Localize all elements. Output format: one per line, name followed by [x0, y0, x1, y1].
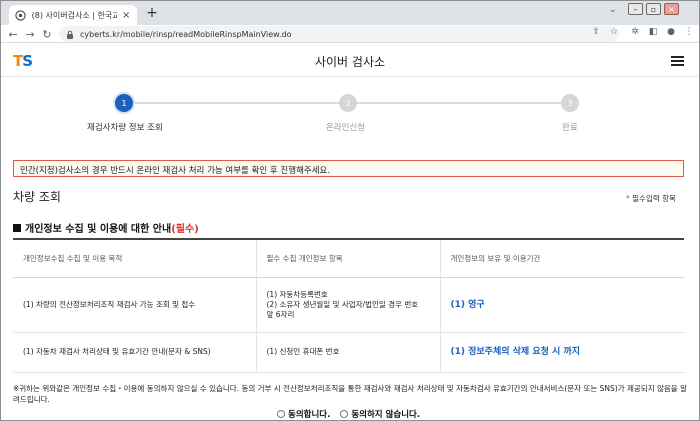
progress-stepper: 1 2 3 재검사차량 정보 조회 온라인신청 완료 [1, 78, 699, 138]
disagree-radio[interactable] [340, 410, 349, 418]
site-header: TS 사이버 검사소 [1, 44, 699, 77]
step-3-marker: 3 [561, 94, 579, 112]
privacy-consent-heading: 개인정보 수집 및 이용에 대한 안내(필수) [13, 220, 199, 235]
step-2-marker: 2 [339, 94, 357, 112]
table-header-row: 개인정보수집 수집 및 이용 목적 필수 수집 개인정보 항목 개인정보의 보유… [13, 238, 684, 278]
browser-menu-icon[interactable]: ⋮ [683, 27, 695, 37]
tab-title: (8) 사이버검사소 | 한국교통안전 [31, 11, 118, 20]
required-field-note: * 필수입력 항목 [626, 194, 676, 203]
maximize-button[interactable]: ▫ [646, 3, 661, 15]
purpose-cell: (1) 자동차 재검사 처리상태 및 유효기간 안내(문자 & SNS) [13, 332, 256, 373]
extensions-icon[interactable]: ✲ [629, 27, 641, 37]
purpose-cell: (1) 차량의 전산정보처리조직 재검사 가능 조회 및 접수 [13, 277, 256, 333]
step-2-label: 온라인신청 [326, 123, 366, 133]
column-header: 필수 수집 개인정보 항목 [255, 238, 440, 278]
agree-option[interactable]: 동의합니다. [277, 408, 330, 420]
square-bullet-icon [13, 224, 21, 232]
disagree-option[interactable]: 동의하지 않습니다. [340, 408, 420, 420]
tab-strip: (8) 사이버검사소 | 한국교통안전 × + ⌄ – ▫ × [1, 1, 699, 26]
back-arrow-icon[interactable]: ← [6, 27, 20, 41]
table-row: (1) 자동차 재검사 처리상태 및 유효기간 안내(문자 & SNS) (1)… [13, 332, 684, 373]
forward-arrow-icon[interactable]: → [23, 27, 37, 41]
close-window-button[interactable]: × [664, 3, 679, 15]
privacy-info-table: 개인정보수집 수집 및 이용 목적 필수 수집 개인정보 항목 개인정보의 보유… [13, 238, 684, 373]
side-panel-icon[interactable]: ◧ [647, 27, 659, 37]
step-1-label: 재검사차량 정보 조회 [87, 123, 163, 133]
new-tab-button[interactable]: + [145, 6, 159, 20]
retention-period-cell: (1) 영구 [439, 277, 684, 333]
hamburger-menu-icon[interactable] [671, 56, 684, 66]
consent-footnote: ※귀하는 위와같은 개인정보 수집・이용에 동의하지 않으실 수 있습니다. 동… [13, 384, 687, 404]
section-title: 차량 조회 [13, 190, 61, 204]
notice-banner: 민간(지정)검사소의 경우 반드시 온라인 재검사 처리 가능 여부를 확인 후… [13, 160, 684, 177]
retention-period-cell: (1) 정보주체의 삭제 요청 시 까지 [439, 332, 684, 373]
column-header: 개인정보의 보유 및 이용기간 [439, 238, 684, 278]
browser-toolbar: ← → ↻ cyberts.kr/mobile/rinsp/readMobile… [1, 25, 699, 43]
browser-tab[interactable]: (8) 사이버검사소 | 한국교통안전 × [9, 5, 137, 26]
globe-icon [15, 10, 27, 22]
step-1-marker: 1 [115, 94, 133, 112]
column-header: 개인정보수집 수집 및 이용 목적 [13, 238, 256, 278]
minimize-button[interactable]: – [628, 3, 643, 15]
consent-options: 동의합니다. 동의하지 않습니다. [277, 408, 430, 420]
url-text: cyberts.kr/mobile/rinsp/readMobileRinspM… [80, 29, 292, 39]
lock-icon [65, 29, 75, 39]
step-3-label: 완료 [562, 123, 578, 133]
items-cell: (1) 자동차등록번호 (2) 소유자 생년월일 및 사업자/법인일 경우 번호… [255, 277, 440, 333]
share-icon[interactable]: ⇪ [590, 27, 602, 37]
items-cell: (1) 신청인 휴대폰 번호 [255, 332, 440, 373]
step-connector [124, 102, 348, 104]
reload-icon[interactable]: ↻ [40, 27, 54, 41]
tab-close-icon[interactable]: × [121, 10, 131, 21]
site-title: 사이버 검사소 [314, 55, 386, 69]
profile-icon[interactable]: ● [665, 27, 677, 37]
step-connector [348, 102, 570, 104]
bookmark-star-icon[interactable]: ☆ [608, 27, 620, 37]
tab-search-icon[interactable]: ⌄ [609, 5, 617, 15]
address-bar[interactable]: cyberts.kr/mobile/rinsp/readMobileRinspM… [59, 26, 619, 42]
agree-radio[interactable] [277, 410, 285, 418]
table-row: (1) 차량의 전산정보처리조직 재검사 가능 조회 및 접수 (1) 자동차등… [13, 277, 684, 333]
